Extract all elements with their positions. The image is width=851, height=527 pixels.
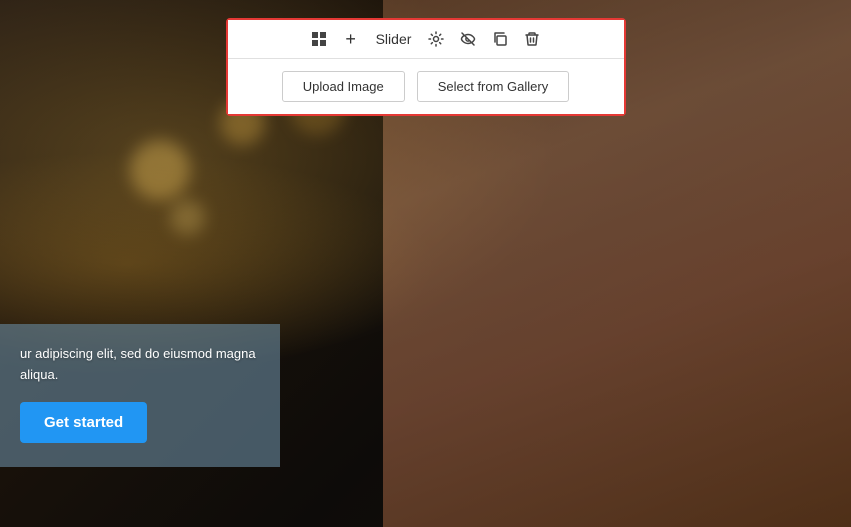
page-wrapper: + Slider bbox=[0, 0, 851, 527]
visibility-off-icon[interactable] bbox=[457, 28, 479, 50]
toolbar-container: + Slider bbox=[226, 18, 626, 116]
grid-icon[interactable] bbox=[308, 28, 330, 50]
slider-label: Slider bbox=[376, 31, 412, 47]
toolbar-top: + Slider bbox=[228, 20, 624, 59]
settings-icon[interactable] bbox=[425, 28, 447, 50]
add-icon[interactable]: + bbox=[340, 28, 362, 50]
bokeh-light-3 bbox=[170, 200, 205, 235]
toolbar-buttons: Upload Image Select from Gallery bbox=[228, 59, 624, 114]
get-started-button[interactable]: Get started bbox=[20, 402, 147, 443]
copy-icon[interactable] bbox=[489, 28, 511, 50]
text-overlay: ur adipiscing elit, sed do eiusmod magna… bbox=[0, 324, 280, 467]
trash-icon[interactable] bbox=[521, 28, 543, 50]
overlay-text: ur adipiscing elit, sed do eiusmod magna… bbox=[20, 344, 260, 386]
bokeh-light-1 bbox=[130, 140, 190, 200]
select-from-gallery-button[interactable]: Select from Gallery bbox=[417, 71, 570, 102]
upload-image-button[interactable]: Upload Image bbox=[282, 71, 405, 102]
